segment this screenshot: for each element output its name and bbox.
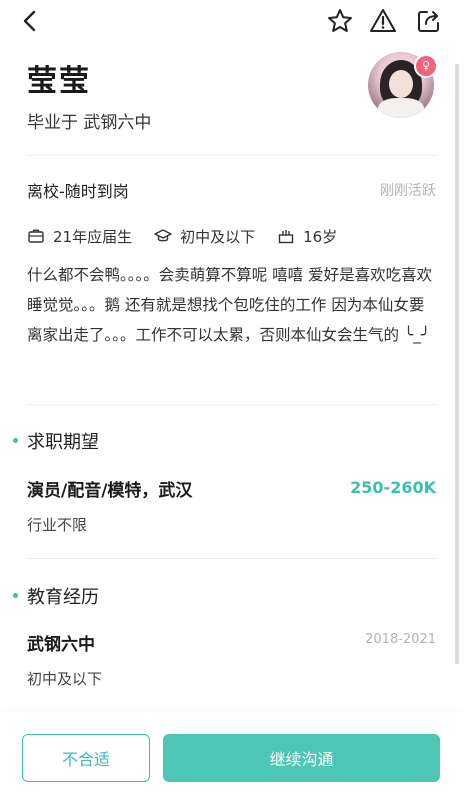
age: 16岁 xyxy=(303,227,338,246)
active-status: 刚刚活跃 xyxy=(380,183,436,199)
expected-salary: 250-260K xyxy=(350,478,436,497)
section-title-education: 教育经历 xyxy=(27,587,99,608)
top-bar xyxy=(0,0,464,44)
avatar-face xyxy=(389,70,413,98)
continue-chat-button[interactable]: 继续沟通 xyxy=(163,734,440,782)
section-dot xyxy=(13,593,18,598)
school-years: 2018-2021 xyxy=(365,632,436,647)
section-dot xyxy=(13,438,18,443)
bottom-action-bar: 不合适 继续沟通 xyxy=(0,712,464,800)
age-icon xyxy=(278,230,294,244)
section-title-expectation: 求职期望 xyxy=(27,432,99,453)
briefcase-icon xyxy=(28,229,44,243)
expected-job[interactable]: 演员/配音/模特，武汉 xyxy=(27,476,192,501)
graduated-from: 毕业于 武钢六中 xyxy=(27,113,152,133)
bio-text: 什么都不会鸭。。。。会卖萌算不算呢 嘻嘻 爱好是喜欢吃喜欢睡觉觉。。。鹅 还有就… xyxy=(27,266,433,344)
female-icon: ♀ xyxy=(414,54,438,78)
share-icon[interactable] xyxy=(414,6,444,36)
school-level: 初中及以下 xyxy=(27,670,103,688)
divider xyxy=(27,404,437,405)
graduate-type-item: 21年应届生 xyxy=(27,226,132,247)
scrollbar[interactable] xyxy=(455,64,459,664)
divider xyxy=(27,558,437,559)
reject-button[interactable]: 不合适 xyxy=(22,734,150,782)
warning-icon[interactable] xyxy=(368,6,398,36)
profile-name: 莹莹 xyxy=(27,64,91,99)
graduate-type: 21年应届生 xyxy=(53,227,133,246)
back-icon[interactable] xyxy=(16,6,46,36)
divider xyxy=(27,155,437,156)
star-icon[interactable] xyxy=(325,6,355,36)
education-level: 初中及以下 xyxy=(180,227,256,246)
education-item: 初中及以下 xyxy=(154,226,255,247)
info-row: 21年应届生 初中及以下 16岁 xyxy=(27,224,359,248)
avatar-dress xyxy=(378,98,424,118)
job-status: 离校-随时到岗 xyxy=(27,182,129,201)
graduation-cap-icon xyxy=(154,229,172,242)
school-name[interactable]: 武钢六中 xyxy=(27,630,95,655)
expected-industry: 行业不限 xyxy=(27,516,88,534)
age-item: 16岁 xyxy=(277,226,337,247)
